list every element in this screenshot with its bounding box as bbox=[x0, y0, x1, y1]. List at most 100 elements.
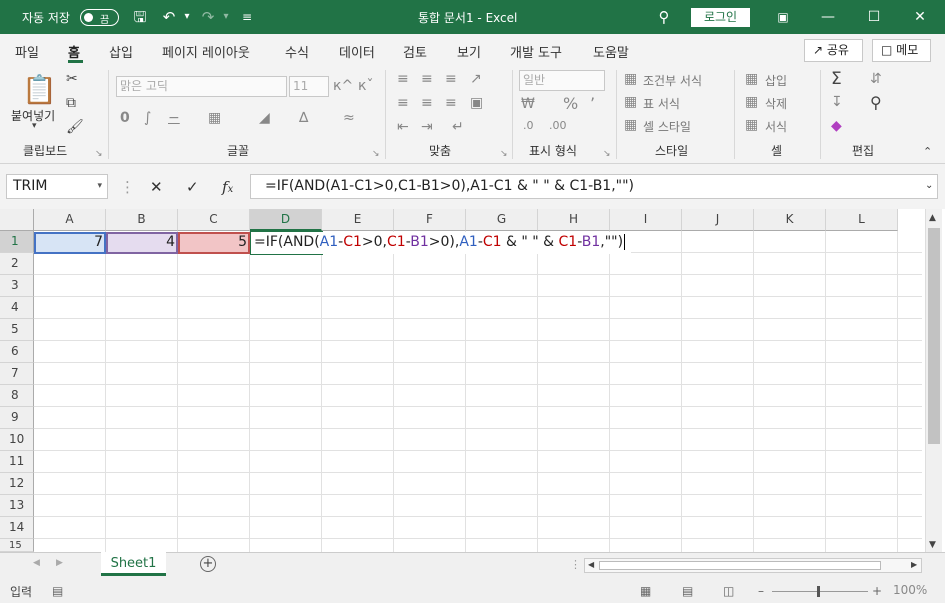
macro-record-icon[interactable]: ▤ bbox=[52, 584, 63, 598]
column-header-j[interactable]: J bbox=[682, 209, 754, 231]
increase-indent-icon[interactable]: ⇥ bbox=[421, 119, 433, 135]
zoom-slider[interactable] bbox=[772, 591, 868, 592]
tab-file[interactable]: 파일 bbox=[15, 42, 39, 61]
redo-dropdown-icon[interactable]: ▾ bbox=[217, 8, 235, 26]
fill-color-icon[interactable]: ◢ bbox=[259, 110, 270, 126]
insert-cells-button[interactable]: 삽입 bbox=[765, 72, 787, 89]
undo-icon[interactable]: ↶ bbox=[160, 8, 178, 26]
share-button[interactable]: ↗ 공유 bbox=[804, 39, 863, 62]
tab-page-layout[interactable]: 페이지 레이아웃 bbox=[162, 42, 250, 61]
fill-icon[interactable]: ↧ bbox=[831, 94, 843, 110]
expand-formula-icon[interactable]: ⌄ bbox=[925, 180, 933, 191]
row-header-13[interactable]: 13 bbox=[0, 495, 34, 517]
delete-cells-button[interactable]: 삭제 bbox=[765, 95, 787, 112]
tab-data[interactable]: 데이터 bbox=[339, 42, 375, 61]
font-name-combo[interactable]: 맑은 고딕 bbox=[116, 76, 287, 97]
tab-view[interactable]: 보기 bbox=[457, 42, 481, 61]
tab-help[interactable]: 도움말 bbox=[593, 42, 629, 61]
phonetic-icon[interactable]: ≈ bbox=[343, 110, 355, 126]
column-header-g[interactable]: G bbox=[466, 209, 538, 231]
column-header-f[interactable]: F bbox=[394, 209, 466, 231]
page-break-view-icon[interactable]: ◫ bbox=[723, 584, 734, 598]
login-button[interactable]: 로그인 bbox=[691, 8, 750, 27]
underline-icon[interactable]: − bbox=[168, 110, 180, 126]
font-launcher-icon[interactable]: ↘ bbox=[372, 149, 380, 159]
decrease-font-icon[interactable]: кˇ bbox=[358, 78, 373, 94]
column-header-e[interactable]: E bbox=[322, 209, 394, 231]
align-middle-icon[interactable]: ≡ bbox=[421, 71, 433, 87]
increase-font-icon[interactable]: к^ bbox=[333, 78, 353, 94]
select-all-button[interactable] bbox=[0, 209, 34, 231]
row-header-2[interactable]: 2 bbox=[0, 253, 34, 275]
autosum-icon[interactable]: Σ bbox=[831, 69, 842, 89]
page-layout-view-icon[interactable]: ▤ bbox=[682, 584, 693, 598]
tab-formulas[interactable]: 수식 bbox=[285, 42, 309, 61]
column-header-h[interactable]: H bbox=[538, 209, 610, 231]
ribbon-display-icon[interactable]: ▣ bbox=[760, 0, 806, 34]
tab-developer[interactable]: 개발 도구 bbox=[510, 42, 562, 61]
wrap-text-icon[interactable]: ↵ bbox=[452, 119, 464, 135]
save-icon[interactable]: 🖫 bbox=[131, 8, 149, 26]
search-icon[interactable]: ⚲ bbox=[655, 8, 673, 26]
paste-icon[interactable]: 📋 bbox=[22, 73, 57, 106]
clipboard-launcher-icon[interactable]: ↘ bbox=[95, 149, 103, 159]
font-color-icon[interactable]: ∆ bbox=[299, 110, 308, 126]
zoom-level[interactable]: 100% bbox=[893, 583, 927, 597]
zoom-out-icon[interactable]: – bbox=[758, 584, 764, 598]
accounting-icon[interactable]: ₩ bbox=[521, 96, 535, 112]
row-header-11[interactable]: 11 bbox=[0, 451, 34, 473]
copy-icon[interactable]: ⧉ bbox=[66, 95, 76, 111]
vertical-scroll-thumb[interactable] bbox=[928, 228, 940, 444]
sort-filter-icon[interactable]: ⇵ bbox=[870, 71, 882, 87]
row-header-5[interactable]: 5 bbox=[0, 319, 34, 341]
comma-icon[interactable]: ’ bbox=[590, 94, 595, 113]
column-header-d[interactable]: D bbox=[250, 209, 322, 231]
sheet-tab-sheet1[interactable]: Sheet1 bbox=[101, 552, 166, 576]
formula-input[interactable]: =IF(AND(A1-C1>0,C1-B1>0),A1-C1 & " " & C… bbox=[250, 174, 938, 199]
font-size-combo[interactable]: 11 bbox=[289, 76, 329, 97]
clear-icon[interactable]: ◆ bbox=[831, 118, 842, 134]
row-header-4[interactable]: 4 bbox=[0, 297, 34, 319]
cell-b1[interactable]: 4 bbox=[106, 232, 178, 254]
scroll-up-icon[interactable]: ▲ bbox=[929, 213, 936, 223]
row-header-3[interactable]: 3 bbox=[0, 275, 34, 297]
add-sheet-icon[interactable]: + bbox=[200, 556, 216, 572]
conditional-format-button[interactable]: 조건부 서식 bbox=[643, 72, 702, 89]
worksheet-grid[interactable] bbox=[0, 209, 945, 552]
number-launcher-icon[interactable]: ↘ bbox=[603, 149, 611, 159]
number-format-combo[interactable]: 일반 bbox=[519, 70, 605, 91]
tab-home[interactable]: 홈 bbox=[68, 42, 80, 61]
cancel-icon[interactable]: ✕ bbox=[150, 178, 163, 196]
cut-icon[interactable]: ✂ bbox=[66, 71, 78, 87]
name-box-dropdown-icon[interactable]: ▾ bbox=[97, 175, 102, 198]
undo-dropdown-icon[interactable]: ▾ bbox=[178, 8, 196, 26]
enter-icon[interactable]: ✓ bbox=[186, 178, 199, 196]
row-header-15[interactable]: 15 bbox=[0, 539, 34, 552]
next-sheet-icon[interactable]: ▶ bbox=[56, 558, 63, 568]
column-header-a[interactable]: A bbox=[34, 209, 106, 231]
customize-toolbar-icon[interactable]: ≡ bbox=[238, 8, 256, 26]
zoom-in-icon[interactable]: + bbox=[872, 584, 882, 598]
scroll-left-icon[interactable]: ◀ bbox=[588, 560, 594, 569]
decrease-decimal-icon[interactable]: .00 bbox=[549, 119, 567, 132]
horizontal-scroll-thumb[interactable] bbox=[599, 561, 881, 570]
column-header-b[interactable]: B bbox=[106, 209, 178, 231]
alignment-launcher-icon[interactable]: ↘ bbox=[500, 149, 508, 159]
autosave-toggle[interactable]: 끔 bbox=[80, 9, 119, 26]
merge-center-icon[interactable]: ▣ bbox=[470, 95, 483, 111]
name-box[interactable]: TRIM ▾ bbox=[6, 174, 108, 199]
normal-view-icon[interactable]: ▦ bbox=[640, 584, 651, 598]
row-header-8[interactable]: 8 bbox=[0, 385, 34, 407]
column-header-k[interactable]: K bbox=[754, 209, 826, 231]
cell-d1-editing[interactable]: =IF(AND(A1-C1>0,C1-B1>0),A1-C1 & " " & C… bbox=[251, 232, 631, 254]
maximize-icon[interactable]: ☐ bbox=[851, 0, 897, 34]
align-bottom-icon[interactable]: ≡ bbox=[445, 71, 457, 87]
row-header-9[interactable]: 9 bbox=[0, 407, 34, 429]
row-header-6[interactable]: 6 bbox=[0, 341, 34, 363]
collapse-ribbon-icon[interactable]: ⌃ bbox=[923, 145, 932, 158]
cell-styles-button[interactable]: 셀 스타일 bbox=[643, 118, 691, 135]
italic-icon[interactable]: ∫ bbox=[144, 110, 151, 126]
format-cells-button[interactable]: 서식 bbox=[765, 118, 787, 135]
column-header-c[interactable]: C bbox=[178, 209, 250, 231]
prev-sheet-icon[interactable]: ◀ bbox=[33, 558, 40, 568]
